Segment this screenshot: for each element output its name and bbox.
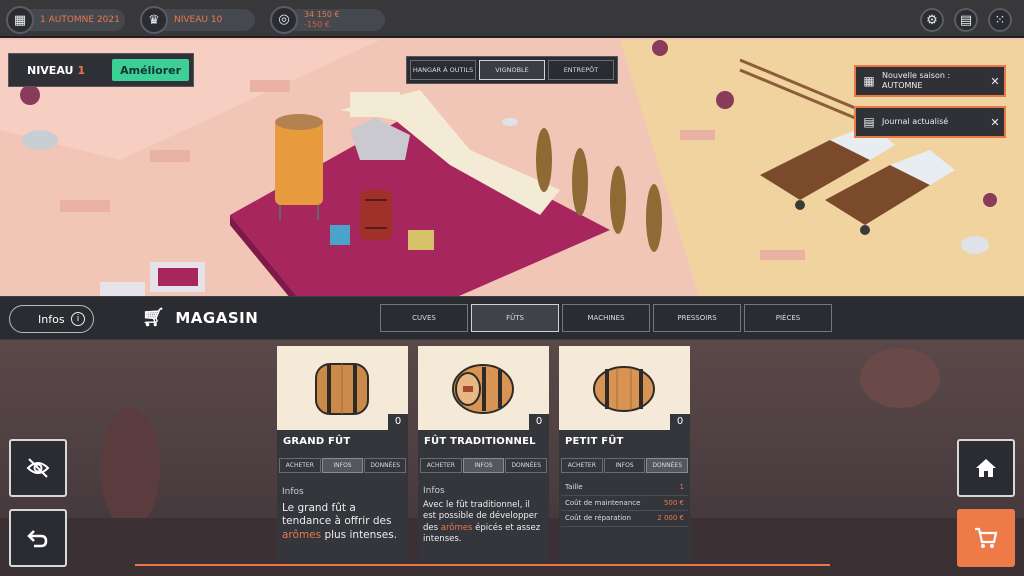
tab-buy[interactable]: ACHETER bbox=[561, 458, 603, 473]
vineyard-scene bbox=[0, 0, 1024, 300]
money-pill: ◎ 34 150 € -150 € bbox=[270, 6, 385, 34]
upgrade-button[interactable]: Améliorer bbox=[112, 59, 189, 81]
aromes-highlight: arômes bbox=[282, 528, 322, 541]
stat-row-size: Taille 1 bbox=[561, 480, 688, 496]
tab-vineyard[interactable]: VIGNOBLE bbox=[479, 60, 545, 80]
product-card-fut-traditionnel: 0 FÛT TRADITIONNEL ACHETER INFOS DONNÉES… bbox=[418, 346, 549, 562]
product-card-petit-fut: 0 PETIT FÛT ACHETER INFOS DONNÉES Taille… bbox=[559, 346, 690, 562]
gear-icon: ⚙ bbox=[926, 12, 938, 28]
player-level-pill: ♛ NIVEAU 10 bbox=[140, 6, 255, 34]
info-icon: i bbox=[71, 312, 85, 326]
settings-button[interactable]: ⚙ bbox=[920, 8, 944, 32]
product-stats: Taille 1 Coût de maintenance 500 € Coût … bbox=[561, 480, 688, 527]
close-icon[interactable]: ✕ bbox=[986, 116, 1004, 129]
building-level-label: NIVEAU bbox=[27, 63, 74, 77]
product-description: Infos Le grand fût a tendance à offrir d… bbox=[282, 486, 404, 542]
stat-label: Taille bbox=[565, 483, 583, 492]
close-icon[interactable]: ✕ bbox=[986, 75, 1004, 88]
product-subtabs: ACHETER INFOS DONNÉES bbox=[279, 458, 407, 473]
notification-journal-updated[interactable]: ▤ Journal actualisé ✕ bbox=[854, 106, 1006, 138]
undo-icon bbox=[27, 530, 48, 548]
tab-tool-shed[interactable]: HANGAR À OUTILS bbox=[410, 60, 476, 80]
coins-icon: ◎ bbox=[270, 6, 298, 34]
tab-buy[interactable]: ACHETER bbox=[279, 458, 321, 473]
tab-data[interactable]: DONNÉES bbox=[505, 458, 548, 473]
tab-warehouse[interactable]: ENTREPÔT bbox=[548, 60, 614, 80]
money-delta: -150 € bbox=[304, 20, 330, 29]
notification-new-season[interactable]: ▦ Nouvelle saison : AUTOMNE ✕ bbox=[854, 65, 1006, 97]
view-tabs: HANGAR À OUTILS VIGNOBLE ENTREPÔT bbox=[406, 56, 618, 84]
date-pill: ▦ 1 AUTOMNE 2021 bbox=[6, 6, 125, 34]
owned-count: 0 bbox=[529, 414, 549, 430]
tab-infos[interactable]: INFOS bbox=[321, 458, 364, 473]
aromes-highlight: arômes bbox=[440, 522, 473, 533]
stat-label: Coût de réparation bbox=[565, 514, 631, 523]
stat-label: Coût de maintenance bbox=[565, 498, 641, 507]
eye-off-icon bbox=[26, 458, 50, 478]
notification-text: Journal actualisé bbox=[882, 117, 949, 126]
owned-count: 0 bbox=[388, 414, 408, 430]
stat-value: 500 € bbox=[663, 498, 684, 507]
product-description: Infos Avec le fût traditionnel, il est p… bbox=[423, 486, 545, 546]
tab-infos[interactable]: INFOS bbox=[603, 458, 646, 473]
stat-row-repair: Coût de réparation 2 000 € bbox=[561, 511, 688, 527]
tab-pressoirs[interactable]: PRESSOIRS bbox=[653, 304, 741, 332]
owned-count: 0 bbox=[670, 414, 690, 430]
description-text: Le grand fût a tendance à offrir des bbox=[282, 501, 392, 528]
book-icon: ▤ bbox=[959, 12, 973, 28]
journal-button[interactable]: ▤ bbox=[954, 8, 978, 32]
tab-buy[interactable]: ACHETER bbox=[420, 458, 462, 473]
infos-button[interactable]: Infos i bbox=[9, 305, 94, 333]
home-icon bbox=[976, 459, 996, 477]
product-card-grand-fut: 0 GRAND FÛT ACHETER INFOS DONNÉES Infos … bbox=[277, 346, 408, 562]
game-viewport[interactable] bbox=[0, 0, 1024, 300]
tab-data[interactable]: DONNÉES bbox=[364, 458, 407, 473]
hide-ui-button[interactable] bbox=[9, 439, 67, 497]
top-status-bar: ▦ 1 AUTOMNE 2021 ♛ NIVEAU 10 ◎ 34 150 € … bbox=[0, 0, 1024, 38]
shop-header-bar: Infos i 🛒︎ MAGASIN CUVES FÛTS MACHINES P… bbox=[0, 296, 1024, 340]
product-name: PETIT FÛT bbox=[565, 436, 624, 447]
calendar-icon: ▦ bbox=[863, 74, 875, 88]
tab-machines[interactable]: MACHINES bbox=[562, 304, 650, 332]
shop-button[interactable] bbox=[957, 509, 1015, 567]
category-tabs: CUVES FÛTS MACHINES PRESSOIRS PIÈCES bbox=[380, 304, 832, 332]
description-text: plus intenses. bbox=[321, 528, 398, 541]
building-level-value: 1 bbox=[77, 63, 86, 77]
book-icon: ▤ bbox=[863, 115, 875, 129]
cart-icon: 🛒︎ bbox=[142, 307, 166, 328]
product-name: GRAND FÛT bbox=[283, 436, 351, 447]
info-heading: Infos bbox=[423, 486, 445, 496]
menu-button[interactable]: ⁙ bbox=[988, 8, 1012, 32]
product-name: FÛT TRADITIONNEL bbox=[424, 436, 536, 447]
money-amount: 34 150 € bbox=[304, 10, 340, 19]
building-level-box: NIVEAU 1 Améliorer bbox=[8, 53, 194, 87]
crown-icon: ♛ bbox=[140, 6, 168, 34]
grid-menu-icon: ⁙ bbox=[994, 12, 1006, 28]
tab-cuves[interactable]: CUVES bbox=[380, 304, 468, 332]
notification-text: Nouvelle saison : AUTOMNE bbox=[882, 71, 951, 90]
tab-data[interactable]: DONNÉES bbox=[646, 458, 689, 473]
calendar-icon: ▦ bbox=[6, 6, 34, 34]
shop-title: 🛒︎ MAGASIN bbox=[142, 307, 258, 328]
tab-futs[interactable]: FÛTS bbox=[471, 304, 559, 332]
shop-scroll-indicator bbox=[135, 564, 830, 566]
player-level-text: NIVEAU 10 bbox=[174, 15, 223, 25]
home-button[interactable] bbox=[957, 439, 1015, 497]
tab-pieces[interactable]: PIÈCES bbox=[744, 304, 832, 332]
info-heading: Infos bbox=[282, 487, 304, 497]
stat-row-maintenance: Coût de maintenance 500 € bbox=[561, 496, 688, 511]
shop-title-text: MAGASIN bbox=[175, 308, 259, 327]
stat-value: 2 000 € bbox=[657, 514, 684, 523]
date-text: 1 AUTOMNE 2021 bbox=[40, 15, 120, 25]
tab-infos[interactable]: INFOS bbox=[462, 458, 505, 473]
product-subtabs: ACHETER INFOS DONNÉES bbox=[561, 458, 689, 473]
back-button[interactable] bbox=[9, 509, 67, 567]
stat-value: 1 bbox=[679, 483, 684, 492]
cart-icon bbox=[975, 527, 998, 548]
product-subtabs: ACHETER INFOS DONNÉES bbox=[420, 458, 548, 473]
infos-label: Infos bbox=[38, 312, 65, 326]
